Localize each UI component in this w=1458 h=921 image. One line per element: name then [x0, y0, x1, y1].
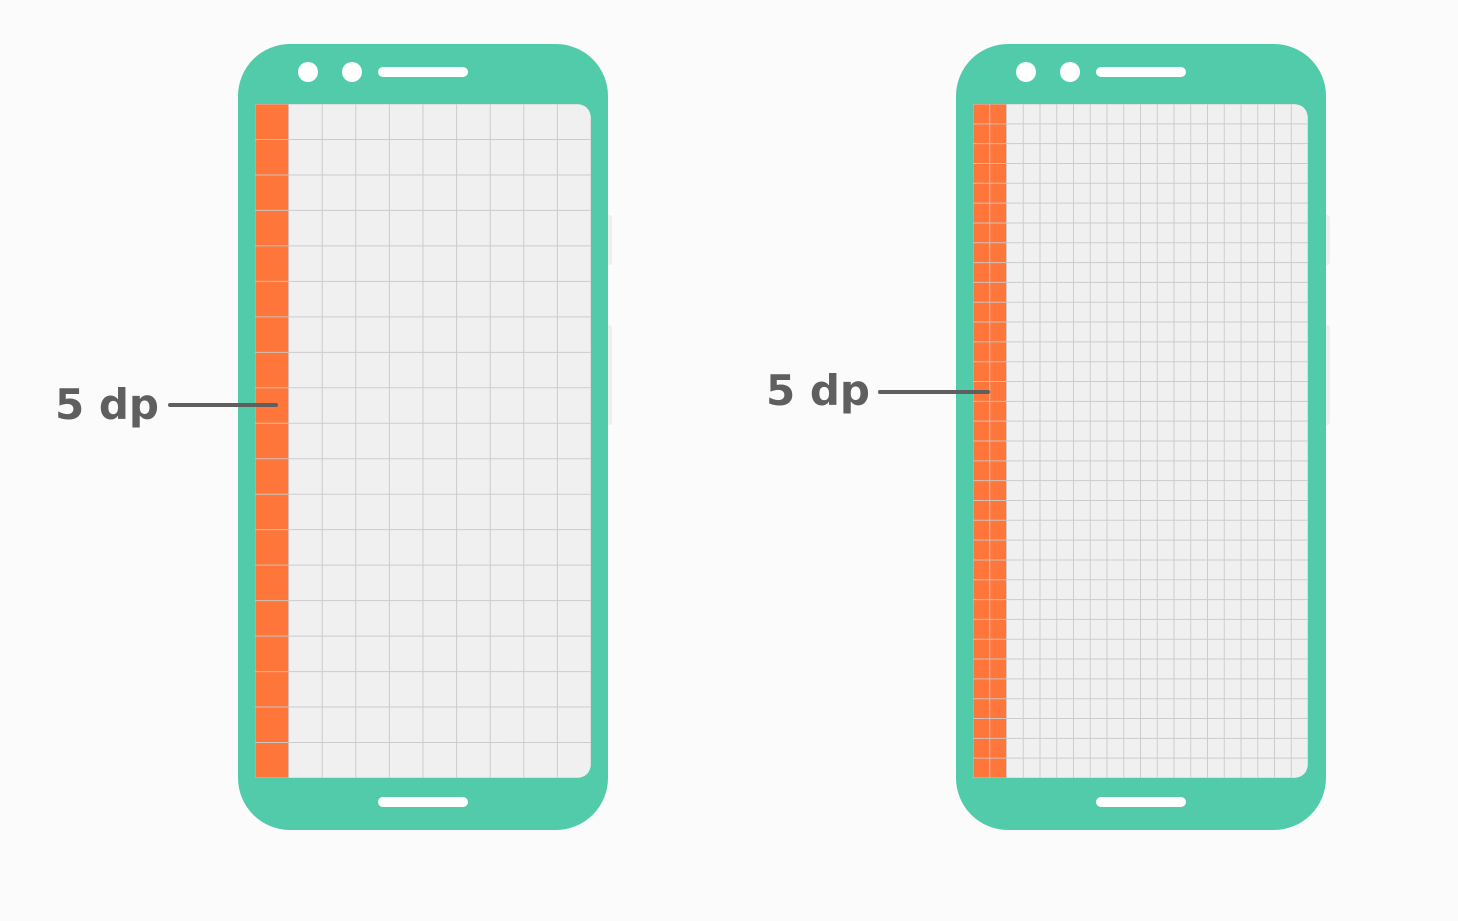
dp-label-right: 5 dp — [766, 366, 870, 415]
grid — [973, 104, 1308, 778]
speaker-grille — [1096, 67, 1186, 77]
phone-screen — [973, 104, 1308, 778]
phone-screen — [255, 104, 591, 778]
camera-dot-1 — [1016, 62, 1036, 82]
camera-dot-2 — [342, 62, 362, 82]
phone-right — [878, 44, 1330, 830]
camera-dot-1 — [298, 62, 318, 82]
speaker-grille — [378, 67, 468, 77]
home-bar — [1096, 797, 1186, 807]
phone-left — [168, 44, 612, 830]
dp-label-left: 5 dp — [55, 380, 159, 429]
highlight-column — [255, 104, 289, 778]
diagram-svg — [168, 44, 1330, 830]
home-bar — [378, 797, 468, 807]
diagram-canvas: 5 dp 5 dp — [0, 0, 1458, 916]
camera-dot-2 — [1060, 62, 1080, 82]
